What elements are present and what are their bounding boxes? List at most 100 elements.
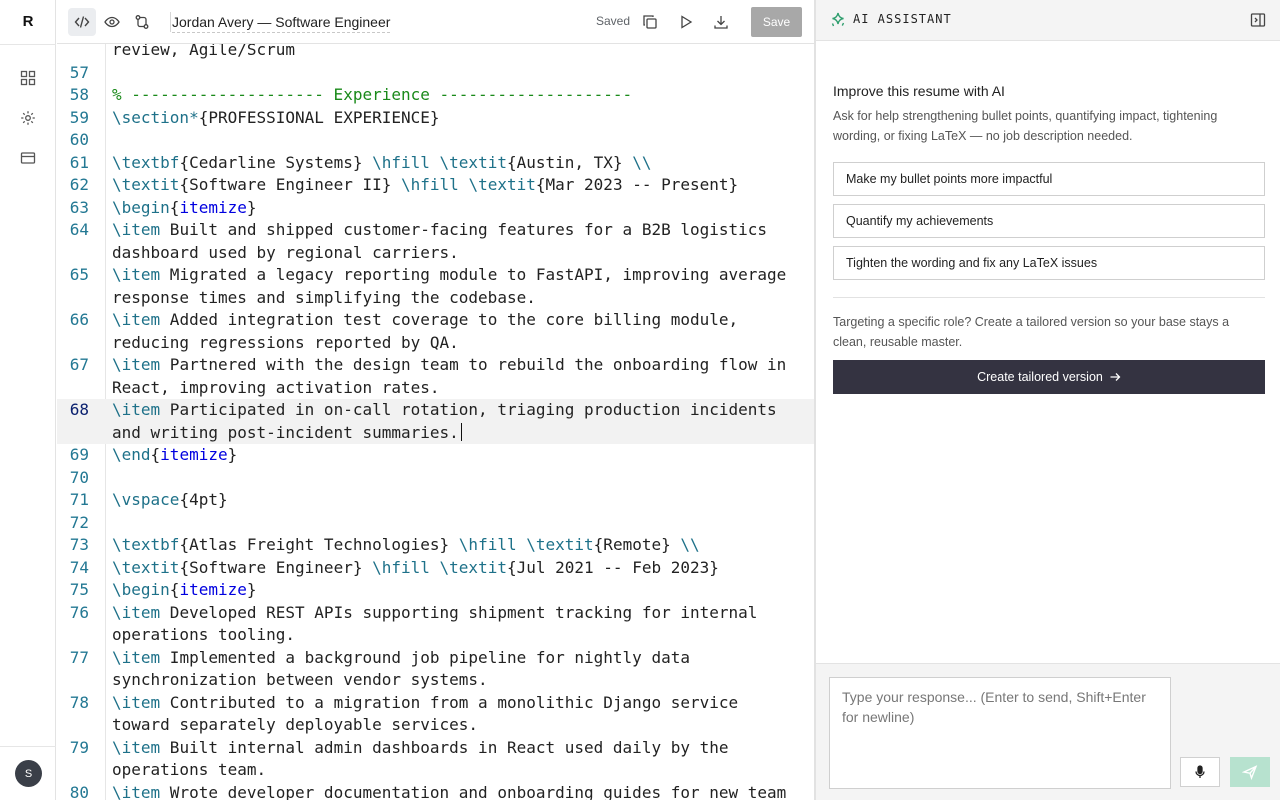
code-line-current[interactable]: 68 \item Participated in on-call rotation…	[57, 399, 814, 444]
code-text: review, Agile/Scrum	[112, 44, 296, 59]
code-text: \item Built and shipped customer-facing …	[112, 220, 777, 262]
code-line[interactable]: 72	[57, 512, 814, 535]
code-text: \item Migrated a legacy reporting module…	[112, 265, 796, 307]
line-number: 80	[69, 782, 89, 800]
collapse-panel-icon[interactable]	[1249, 11, 1267, 29]
toolbar-divider	[170, 12, 171, 32]
code-line[interactable]: review, Agile/Scrum	[57, 44, 814, 62]
code-line[interactable]: 80 \item Wrote developer documentation an…	[57, 782, 814, 800]
code-line[interactable]: 64 \item Built and shipped customer-facin…	[57, 219, 814, 264]
suggestion-button[interactable]: Tighten the wording and fix any LaTeX is…	[833, 246, 1265, 280]
code-text: \vspace{4pt}	[112, 490, 228, 509]
preview-eye-icon[interactable]	[98, 8, 126, 36]
assistant-header: AI ASSISTANT	[816, 0, 1280, 41]
code-line[interactable]: 59 \section*{PROFESSIONAL EXPERIENCE}	[57, 107, 814, 130]
composer-area: Type your response... (Enter to send, Sh…	[816, 663, 1280, 800]
code-text: \item Implemented a background job pipel…	[112, 647, 700, 690]
assistant-description: Ask for help strengthening bullet points…	[833, 109, 1218, 143]
code-line[interactable]: 63 \begin{itemize}	[57, 197, 814, 220]
download-icon[interactable]	[707, 8, 735, 36]
code-text: \textit{Software Engineer II} \hfill \te…	[112, 175, 739, 194]
microphone-button[interactable]	[1180, 757, 1220, 787]
editor-toolbar: Jordan Avery — Software Engineer Saved S…	[57, 0, 814, 44]
code-text: \item Participated in on-call rotation, …	[112, 400, 787, 442]
message-input[interactable]: Type your response... (Enter to send, Sh…	[829, 677, 1171, 789]
line-number: 74	[69, 557, 89, 577]
save-status: Saved	[596, 14, 631, 28]
arrow-right-icon	[1110, 373, 1121, 381]
create-tailored-version-button[interactable]: Create tailored version	[833, 360, 1265, 394]
code-line[interactable]: 65 \item Migrated a legacy reporting modu…	[57, 264, 814, 309]
code-text: \begin{itemize}	[112, 580, 257, 599]
line-number: 59	[69, 107, 89, 127]
code-line[interactable]: 61 \textbf{Cedarline Systems} \hfill \tex…	[57, 152, 814, 175]
code-line[interactable]: 76 \item Developed REST APIs supporting s…	[57, 602, 814, 647]
code-text: \begin{itemize}	[112, 197, 257, 217]
grid-icon[interactable]	[14, 64, 42, 92]
line-number: 71	[69, 490, 89, 509]
code-line[interactable]: 70	[57, 467, 814, 490]
assistant-title: AI ASSISTANT	[853, 12, 952, 26]
line-number: 63	[69, 197, 89, 217]
code-text: \item Contributed to a migration from a …	[112, 692, 748, 735]
code-line[interactable]: 60	[57, 129, 814, 152]
ai-assistant-panel: AI ASSISTANT Improve this resume with AI…	[814, 0, 1280, 800]
microphone-icon	[1195, 765, 1205, 778]
line-number: 67	[69, 355, 89, 374]
code-text: \item Wrote developer documentation and …	[112, 782, 787, 800]
card-icon[interactable]	[14, 144, 42, 172]
targeting-hint: Targeting a specific role? Create a tail…	[833, 315, 1230, 349]
line-number: 73	[69, 535, 89, 554]
code-text: \textit{Software Engineer} \hfill \texti…	[112, 557, 719, 577]
document-title[interactable]: Jordan Avery — Software Engineer	[172, 12, 391, 33]
code-line[interactable]: 79 \item Built internal admin dashboards …	[57, 737, 814, 782]
play-icon[interactable]	[672, 8, 700, 36]
code-text: \end{itemize}	[112, 445, 238, 464]
assistant-heading: Improve this resume with AI	[833, 83, 1005, 99]
line-number: 75	[69, 580, 89, 599]
code-line[interactable]: 58 % -------------------- Experience ----…	[57, 84, 814, 107]
compare-icon[interactable]	[128, 8, 156, 36]
rail-divider	[0, 44, 56, 45]
gear-icon[interactable]	[14, 104, 42, 132]
line-number: 64	[69, 220, 89, 239]
sparkle-icon	[831, 12, 845, 27]
code-text: \item Built internal admin dashboards in…	[112, 737, 739, 780]
suggestion-button[interactable]: Quantify my achievements	[833, 204, 1265, 238]
code-line[interactable]: 69 \end{itemize}	[57, 444, 814, 467]
line-number: 77	[69, 647, 89, 667]
save-button[interactable]: Save	[751, 7, 802, 37]
line-number: 66	[69, 310, 89, 329]
assistant-divider	[833, 297, 1265, 298]
suggestion-button[interactable]: Make my bullet points more impactful	[833, 162, 1265, 196]
code-line[interactable]: 71 \vspace{4pt}	[57, 489, 814, 512]
line-number: 68	[69, 400, 89, 419]
code-line[interactable]: 75 \begin{itemize}	[57, 579, 814, 602]
send-button[interactable]	[1230, 757, 1270, 787]
copy-icon[interactable]	[636, 8, 664, 36]
text-cursor	[460, 422, 462, 441]
code-line[interactable]: 62 \textit{Software Engineer II} \hfill \…	[57, 174, 814, 197]
code-line[interactable]: 74 \textit{Software Engineer} \hfill \tex…	[57, 557, 814, 580]
code-line[interactable]: 77 \item Implemented a background job pip…	[57, 647, 814, 692]
line-number: 62	[69, 175, 89, 194]
code-line[interactable]: 57	[57, 62, 814, 85]
line-number: 65	[69, 265, 89, 284]
code-view-icon[interactable]	[68, 8, 96, 36]
code-text: % -------------------- Experience ------…	[112, 85, 633, 104]
code-text: \item Developed REST APIs supporting shi…	[112, 602, 768, 645]
line-number: 72	[69, 512, 89, 532]
code-line[interactable]: 66 \item Added integration test coverage …	[57, 309, 814, 354]
code-text: \item Added integration test coverage to…	[112, 310, 748, 352]
code-editor[interactable]: review, Agile/Scrum 57 58 % ---------------…	[57, 44, 814, 800]
code-line[interactable]: 78 \item Contributed to a migration from …	[57, 692, 814, 737]
code-line[interactable]: 73 \textbf{Atlas Freight Technologies} \h…	[57, 534, 814, 557]
avatar[interactable]: S	[15, 760, 42, 787]
code-line[interactable]: 67 \item Partnered with the design team t…	[57, 354, 814, 399]
line-number: 69	[69, 445, 89, 464]
app-logo[interactable]: R	[0, 12, 56, 32]
editor-pane: Jordan Avery — Software Engineer Saved S…	[57, 0, 814, 800]
line-number: 57	[69, 62, 89, 82]
code-text: \item Partnered with the design team to …	[112, 355, 796, 397]
code-text: \textbf{Atlas Freight Technologies} \hfi…	[112, 535, 700, 554]
